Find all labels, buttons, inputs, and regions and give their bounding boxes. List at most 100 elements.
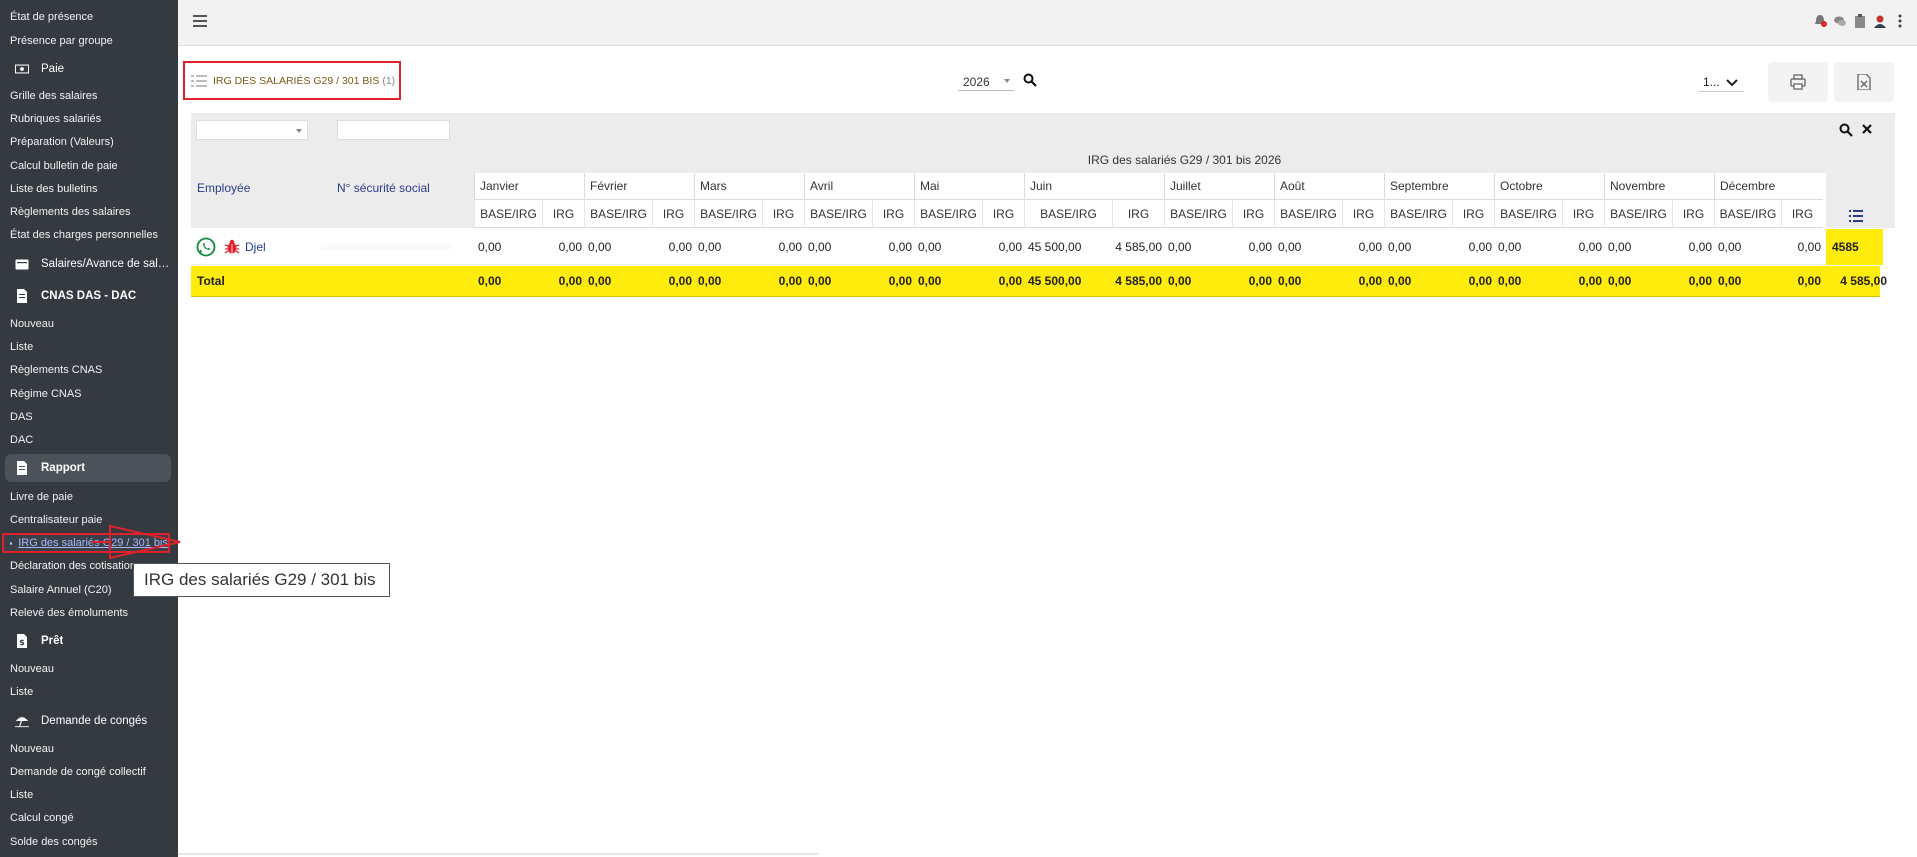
- sidebar-item[interactable]: Préparation (Valeurs): [10, 136, 114, 148]
- sidebar-section-pret[interactable]: $ Prêt: [5, 627, 171, 655]
- more-vert-icon[interactable]: [1893, 14, 1907, 28]
- sub-header-base-irg: BASE/IRG: [1024, 200, 1112, 228]
- clipboard-icon[interactable]: [1853, 14, 1867, 28]
- sidebar-item[interactable]: Rubriques salariés: [10, 113, 101, 125]
- sidebar-item[interactable]: Solde des congés: [10, 836, 97, 848]
- month-header: Avril: [804, 173, 914, 200]
- sidebar-item[interactable]: Calcul congé: [10, 812, 74, 824]
- page-size-select[interactable]: 1...: [1698, 72, 1744, 92]
- menu-toggle-icon[interactable]: [193, 15, 207, 27]
- sidebar-item[interactable]: Grille des salaires: [10, 90, 97, 102]
- total-column-header: [1826, 173, 1895, 228]
- sidebar-section-paie[interactable]: Paie: [5, 55, 171, 83]
- sidebar-item[interactable]: Régime CNAS: [10, 388, 82, 400]
- cell-base-irg: 0,00: [1498, 239, 1522, 254]
- sidebar-item[interactable]: Nouveau: [10, 318, 54, 330]
- filter-bar: [191, 113, 1895, 147]
- col-header-employee[interactable]: Employée: [197, 181, 250, 195]
- print-button[interactable]: [1768, 62, 1828, 102]
- sub-header-base-irg: BASE/IRG: [1274, 200, 1342, 228]
- sidebar-item[interactable]: Règlements des salaires: [10, 206, 130, 218]
- table-caption: IRG des salariés G29 / 301 bis 2026: [474, 147, 1895, 173]
- chat-icon[interactable]: [1833, 14, 1847, 28]
- sidebar-section-conges[interactable]: Demande de congés: [5, 707, 171, 735]
- sidebar-item[interactable]: Nouveau: [10, 663, 54, 675]
- col-header-ssn[interactable]: N° sécurité social: [337, 181, 430, 195]
- cell-irg: 0,00: [1797, 239, 1821, 254]
- sidebar-item[interactable]: État des charges personnelles: [10, 229, 158, 241]
- table-row[interactable]: Djel 0,00 0,00 0,00 0,00 0,00 0,00 0,00 0,00 0,0…: [191, 229, 1880, 265]
- user-avatar-icon[interactable]: [1873, 14, 1887, 28]
- sidebar-item[interactable]: Nouveau: [10, 743, 54, 755]
- month-header: Juin: [1024, 173, 1164, 200]
- cell-base-irg: 0,00: [478, 239, 502, 254]
- sidebar-item[interactable]: Liste: [10, 686, 33, 698]
- sidebar-item[interactable]: Calcul bulletin de paie: [10, 160, 118, 172]
- sub-header-irg: IRG: [1342, 200, 1384, 228]
- sidebar-item-presence-groupe[interactable]: Présence par groupe: [10, 35, 113, 47]
- sidebar-item-label: IRG des salariés G29 / 301 bis: [18, 537, 168, 549]
- close-icon[interactable]: [1861, 123, 1873, 135]
- sidebar-item[interactable]: Liste des bulletins: [10, 183, 97, 195]
- report-title[interactable]: IRG DES SALARIÉS G29 / 301 BIS (1): [183, 61, 401, 100]
- list-columns-icon[interactable]: [1849, 210, 1863, 222]
- filter-input[interactable]: [337, 120, 450, 140]
- sidebar-item[interactable]: Salaire Annuel (C20): [10, 584, 112, 596]
- print-icon: [1790, 74, 1806, 90]
- month-header: Octobre: [1494, 173, 1604, 200]
- cell-base-irg: 0,00: [1278, 239, 1302, 254]
- search-icon[interactable]: [1023, 73, 1037, 87]
- cell-base-irg: 0,00: [588, 274, 612, 288]
- cell-irg: 0,00: [1688, 274, 1712, 288]
- search-icon[interactable]: [1839, 123, 1853, 137]
- sub-header-irg: IRG: [762, 200, 804, 228]
- sidebar-item[interactable]: Liste: [10, 789, 33, 801]
- cell-base-irg: 0,00: [1608, 274, 1632, 288]
- sidebar-item-etat-presence[interactable]: État de présence: [10, 11, 93, 23]
- sidebar-item[interactable]: Centralisateur paie: [10, 514, 102, 526]
- sidebar-section-cnas[interactable]: CNAS DAS - DAC: [5, 282, 171, 310]
- sidebar: État de présence Présence par groupe Pai…: [0, 0, 178, 857]
- sidebar-item[interactable]: DAC: [10, 434, 33, 446]
- cell-irg: 0,00: [998, 239, 1022, 254]
- cell-irg: 0,00: [998, 274, 1022, 288]
- cell-irg: 4 585,00: [1115, 239, 1162, 254]
- caret-down-icon: [296, 129, 302, 133]
- cell-irg: 0,00: [1578, 274, 1602, 288]
- sidebar-item[interactable]: DAS: [10, 411, 33, 423]
- sub-header-irg: IRG: [1672, 200, 1714, 228]
- sub-header-irg: IRG: [1781, 200, 1823, 228]
- sub-header-irg: IRG: [542, 200, 584, 228]
- notifications-icon[interactable]: [1813, 14, 1827, 28]
- sidebar-item[interactable]: Demande de congé collectif: [10, 766, 146, 778]
- employee-name[interactable]: Djel: [245, 240, 266, 254]
- document-icon: [15, 461, 29, 475]
- cell-base-irg: 0,00: [808, 274, 832, 288]
- sidebar-item[interactable]: Liste: [10, 341, 33, 353]
- sidebar-item[interactable]: Relevé des émoluments: [10, 607, 128, 619]
- cell-irg: 0,00: [558, 274, 582, 288]
- filter-select[interactable]: [196, 120, 308, 140]
- horizontal-scrollbar[interactable]: [178, 853, 818, 855]
- sub-header-irg: IRG: [1562, 200, 1604, 228]
- table-header-left: Employée N° sécurité social: [191, 147, 474, 228]
- sidebar-item[interactable]: Règlements CNAS: [10, 364, 102, 376]
- employee-ssn: [321, 244, 451, 250]
- sidebar-section-label: Prêt: [41, 635, 64, 647]
- year-select[interactable]: 2026: [958, 73, 1014, 91]
- sub-header-irg: IRG: [1452, 200, 1494, 228]
- bug-icon[interactable]: [224, 239, 240, 255]
- whatsapp-icon[interactable]: [196, 237, 216, 257]
- export-excel-button[interactable]: [1834, 62, 1894, 102]
- sidebar-item[interactable]: Livre de paie: [10, 491, 73, 503]
- sub-header-base-irg: BASE/IRG: [914, 200, 982, 228]
- cell-irg: 0,00: [778, 239, 802, 254]
- sub-header-irg: IRG: [652, 200, 694, 228]
- top-bar-icons: [1813, 14, 1907, 28]
- sidebar-section-rapport[interactable]: Rapport: [5, 454, 171, 482]
- month-header: Mai: [914, 173, 1024, 200]
- sidebar-item-irg-current[interactable]: IRG des salariés G29 / 301 bis: [2, 533, 170, 553]
- sub-header-irg: IRG: [982, 200, 1024, 228]
- sidebar-section-salaires[interactable]: Salaires/Avance de salai...: [5, 250, 171, 278]
- sidebar-item[interactable]: Déclaration des cotisation: [10, 560, 136, 572]
